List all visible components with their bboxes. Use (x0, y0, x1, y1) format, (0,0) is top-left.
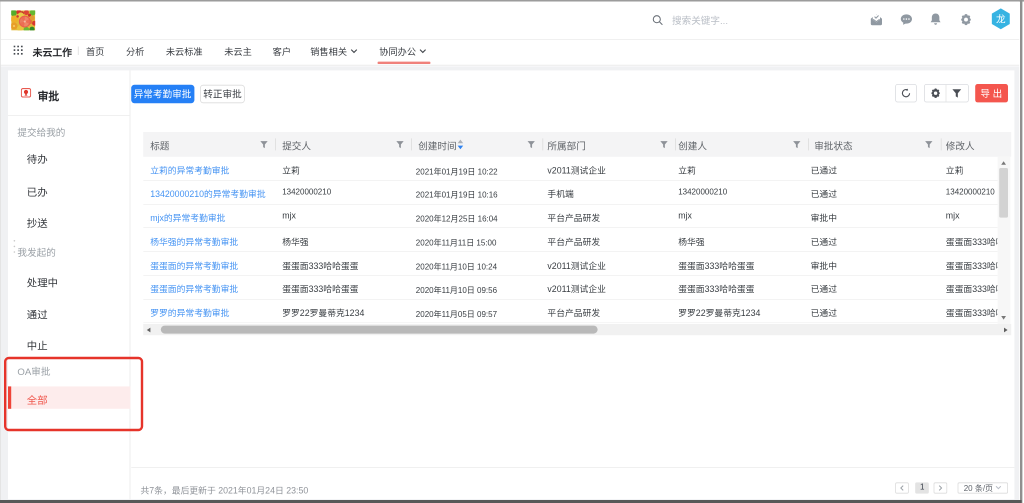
svg-text:龙: 龙 (996, 13, 1006, 25)
